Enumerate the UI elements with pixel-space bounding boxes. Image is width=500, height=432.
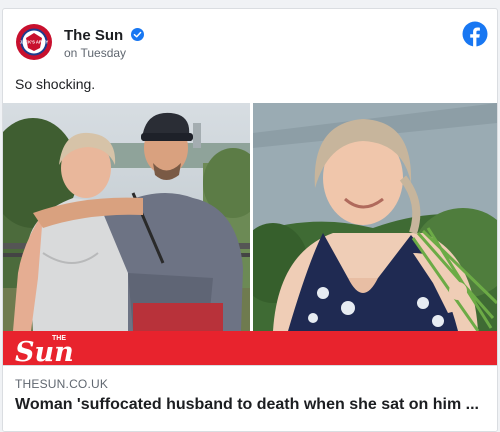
post-card: JACK'S ARMY The Sun on Tuesday So shocki…: [2, 8, 498, 432]
avatar-badge-text: JACK'S ARMY: [20, 40, 49, 45]
post-message: So shocking.: [15, 76, 96, 92]
link-headline[interactable]: Woman 'suffocated husband to death when …: [15, 396, 489, 414]
banner-logo-word: Sun: [15, 337, 74, 365]
link-domain: THESUN.CO.UK: [15, 377, 109, 391]
page-avatar[interactable]: JACK'S ARMY: [14, 22, 54, 62]
page-name[interactable]: The Sun: [64, 27, 123, 44]
couple-photo: [3, 103, 250, 331]
link-preview-image[interactable]: THE Sun: [3, 103, 497, 365]
avatar-logo-icon: JACK'S ARMY: [14, 22, 54, 62]
page-name-link[interactable]: The Sun: [64, 27, 145, 44]
the-sun-banner: THE Sun: [3, 331, 497, 365]
woman-photo-image: [253, 103, 497, 331]
couple-photo-image: [3, 103, 250, 331]
woman-photo: [253, 103, 497, 331]
post-timestamp[interactable]: on Tuesday: [64, 46, 126, 60]
verified-badge-icon: [131, 28, 145, 41]
the-sun-logo-icon: THE Sun: [15, 335, 74, 365]
link-preview-meta[interactable]: THESUN.CO.UK Woman 'suffocated husband t…: [3, 365, 497, 431]
post-header: JACK'S ARMY The Sun on Tuesday: [3, 9, 497, 73]
facebook-icon[interactable]: [462, 21, 488, 47]
